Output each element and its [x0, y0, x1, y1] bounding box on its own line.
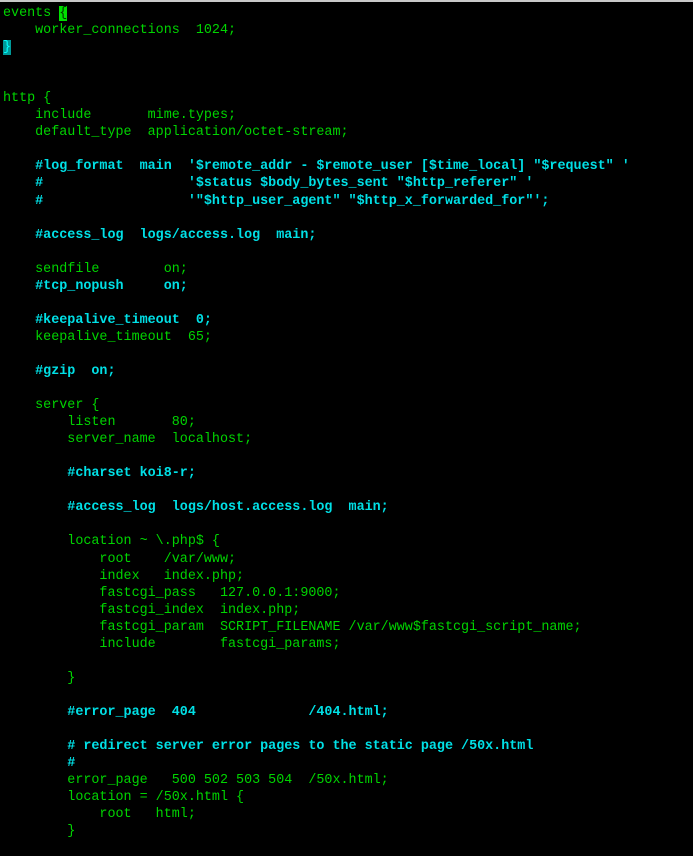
code-line: location ~ \.php$ { — [3, 534, 220, 550]
code-line: server_name localhost; — [3, 432, 253, 448]
code-line: include fastcgi_params; — [3, 636, 341, 652]
code-line: server { — [3, 398, 100, 414]
terminal-window[interactable]: events { worker_connections 1024;} http {… — [0, 0, 693, 856]
comment-line: # '$status $body_bytes_sent "$http_refer… — [3, 176, 534, 192]
code-line: include mime.types; — [3, 108, 237, 124]
code-line: http { — [3, 91, 52, 107]
code-line: events { — [3, 5, 630, 22]
code-line: } — [3, 824, 76, 840]
code-line: fastcgi_pass 127.0.0.1:9000; — [3, 585, 341, 601]
matching-bracket: } — [3, 40, 12, 56]
comment-line: # '"$http_user_agent" "$http_x_forwarded… — [3, 193, 550, 209]
code-line: root /var/www; — [3, 551, 237, 567]
code-line: worker_connections 1024; — [3, 23, 237, 39]
comment-line: #access_log logs/host.access.log main; — [3, 500, 389, 516]
comment-line: #keepalive_timeout 0; — [3, 312, 212, 328]
code-line: location = /50x.html { — [3, 790, 245, 806]
code-line: error_page 500 502 503 504 /50x.html; — [3, 773, 389, 789]
text-cursor: { — [59, 6, 68, 21]
code-line: fastcgi_param SCRIPT_FILENAME /var/www$f… — [3, 619, 582, 635]
comment-line: #error_page 404 /404.html; — [3, 704, 389, 720]
comment-line: #log_format main '$remote_addr - $remote… — [3, 159, 630, 175]
editor-text-area[interactable]: events { worker_connections 1024;} http {… — [3, 5, 630, 840]
code-line: root html; — [3, 807, 196, 823]
comment-line: #access_log logs/access.log main; — [3, 227, 317, 243]
code-line: index index.php; — [3, 568, 245, 584]
comment-line: #gzip on; — [3, 363, 116, 379]
code-line: fastcgi_index index.php; — [3, 602, 301, 618]
comment-line: # redirect server error pages to the sta… — [3, 739, 534, 755]
comment-line: #charset koi8-r; — [3, 466, 196, 482]
comment-line: # — [3, 756, 76, 772]
code-line: } — [3, 670, 76, 686]
code-line: keepalive_timeout 65; — [3, 329, 212, 345]
code-line: default_type application/octet-stream; — [3, 125, 349, 141]
code-line: listen 80; — [3, 415, 196, 431]
comment-line: #tcp_nopush on; — [3, 278, 188, 294]
code-line: } — [3, 39, 630, 56]
line-text: events — [3, 6, 60, 21]
code-line: sendfile on; — [3, 261, 188, 277]
